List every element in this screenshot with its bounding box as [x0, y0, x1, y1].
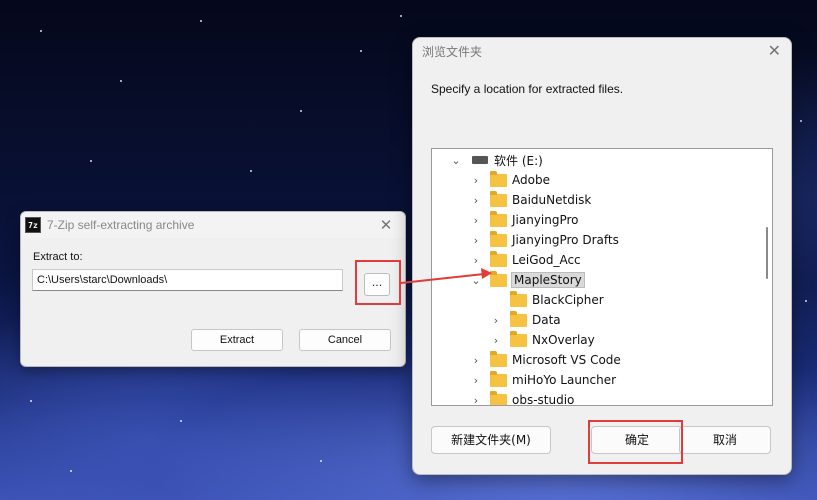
tree-item-selected[interactable]: ⌄ MapleStory: [470, 270, 585, 290]
ok-button-highlight: [588, 420, 683, 464]
tree-item-label: JianyingPro Drafts: [512, 233, 619, 247]
chevron-right-icon[interactable]: ›: [470, 374, 482, 387]
folder-icon: [490, 210, 507, 227]
browse-cancel-button[interactable]: 取消: [679, 426, 771, 454]
tree-item-label: Adobe: [512, 173, 550, 187]
tree-item[interactable]: › JianyingPro Drafts: [470, 230, 619, 250]
browse-close-icon[interactable]: ✕: [768, 41, 781, 60]
chevron-right-icon[interactable]: ›: [470, 214, 482, 227]
chevron-down-icon[interactable]: ⌄: [450, 154, 462, 167]
folder-tree[interactable]: ⌄ 软件 (E:) › Adobe › BaiduNetdisk › Jiany…: [431, 148, 773, 406]
extract-path-input[interactable]: C:\Users\starc\Downloads\: [32, 269, 343, 291]
sfx-close-icon[interactable]: ✕: [375, 214, 397, 236]
folder-icon: [490, 390, 507, 405]
folder-icon: [490, 230, 507, 247]
browse-description: Specify a location for extracted files.: [431, 82, 624, 96]
tree-item[interactable]: BlackCipher: [490, 290, 604, 310]
chevron-right-icon[interactable]: ›: [470, 354, 482, 367]
tree-item[interactable]: › NxOverlay: [490, 330, 595, 350]
7zip-sfx-window: 7z 7-Zip self-extracting archive ✕ Extra…: [20, 211, 406, 367]
folder-icon: [490, 170, 507, 187]
tree-item-label: BlackCipher: [532, 293, 604, 307]
folder-icon: [510, 290, 527, 307]
sfx-titlebar: 7z 7-Zip self-extracting archive: [21, 212, 405, 238]
tree-item[interactable]: › BaiduNetdisk: [470, 190, 591, 210]
sfx-cancel-button[interactable]: Cancel: [299, 329, 391, 351]
browse-button-highlight: [355, 260, 401, 305]
tree-item[interactable]: › Microsoft VS Code: [470, 350, 621, 370]
tree-item-drive[interactable]: ⌄ 软件 (E:): [450, 150, 543, 170]
folder-icon: [490, 190, 507, 207]
chevron-right-icon[interactable]: ›: [470, 174, 482, 187]
extract-button[interactable]: Extract: [191, 329, 283, 351]
tree-item[interactable]: › LeiGod_Acc: [470, 250, 581, 270]
browse-folder-dialog: 浏览文件夹 ✕ Specify a location for extracted…: [412, 37, 792, 475]
tree-item-label: BaiduNetdisk: [512, 193, 592, 207]
tree-item-label: Microsoft VS Code: [512, 353, 621, 367]
tree-item-label: LeiGod_Acc: [512, 253, 581, 267]
drive-icon: [472, 156, 488, 164]
tree-item[interactable]: › miHoYo Launcher: [470, 370, 616, 390]
tree-item-label: Data: [532, 313, 561, 327]
tree-item-label: miHoYo Launcher: [512, 373, 617, 387]
tree-item[interactable]: › JianyingPro: [470, 210, 579, 230]
sfx-window-title: 7-Zip self-extracting archive: [47, 218, 195, 232]
chevron-right-icon[interactable]: ›: [490, 334, 502, 347]
tree-item-label: JianyingPro: [512, 213, 579, 227]
tree-item-label: MapleStory: [511, 272, 585, 288]
browse-dialog-title: 浏览文件夹: [422, 45, 483, 59]
folder-icon: [490, 270, 507, 287]
tree-item-label: 软件 (E:): [494, 153, 543, 168]
tree-item-label: NxOverlay: [532, 333, 595, 347]
chevron-right-icon[interactable]: ›: [470, 194, 482, 207]
chevron-right-icon[interactable]: ›: [470, 234, 482, 247]
folder-icon: [490, 370, 507, 387]
tree-item[interactable]: › Data: [490, 310, 561, 330]
folder-icon: [490, 350, 507, 367]
chevron-right-icon[interactable]: ›: [470, 394, 482, 406]
tree-item[interactable]: › obs-studio: [470, 390, 575, 406]
folder-icon: [510, 310, 527, 327]
folder-icon: [490, 250, 507, 267]
tree-item[interactable]: › Adobe: [470, 170, 550, 190]
tree-item-label: obs-studio: [512, 393, 575, 406]
chevron-right-icon[interactable]: ›: [470, 254, 482, 267]
folder-icon: [510, 330, 527, 347]
tree-scrollbar[interactable]: [766, 227, 768, 279]
7zip-app-icon: 7z: [25, 217, 41, 233]
extract-to-label: Extract to:: [33, 251, 83, 263]
new-folder-button[interactable]: 新建文件夹(M): [431, 426, 551, 454]
chevron-right-icon[interactable]: ›: [490, 314, 502, 327]
chevron-down-icon[interactable]: ⌄: [470, 274, 482, 287]
